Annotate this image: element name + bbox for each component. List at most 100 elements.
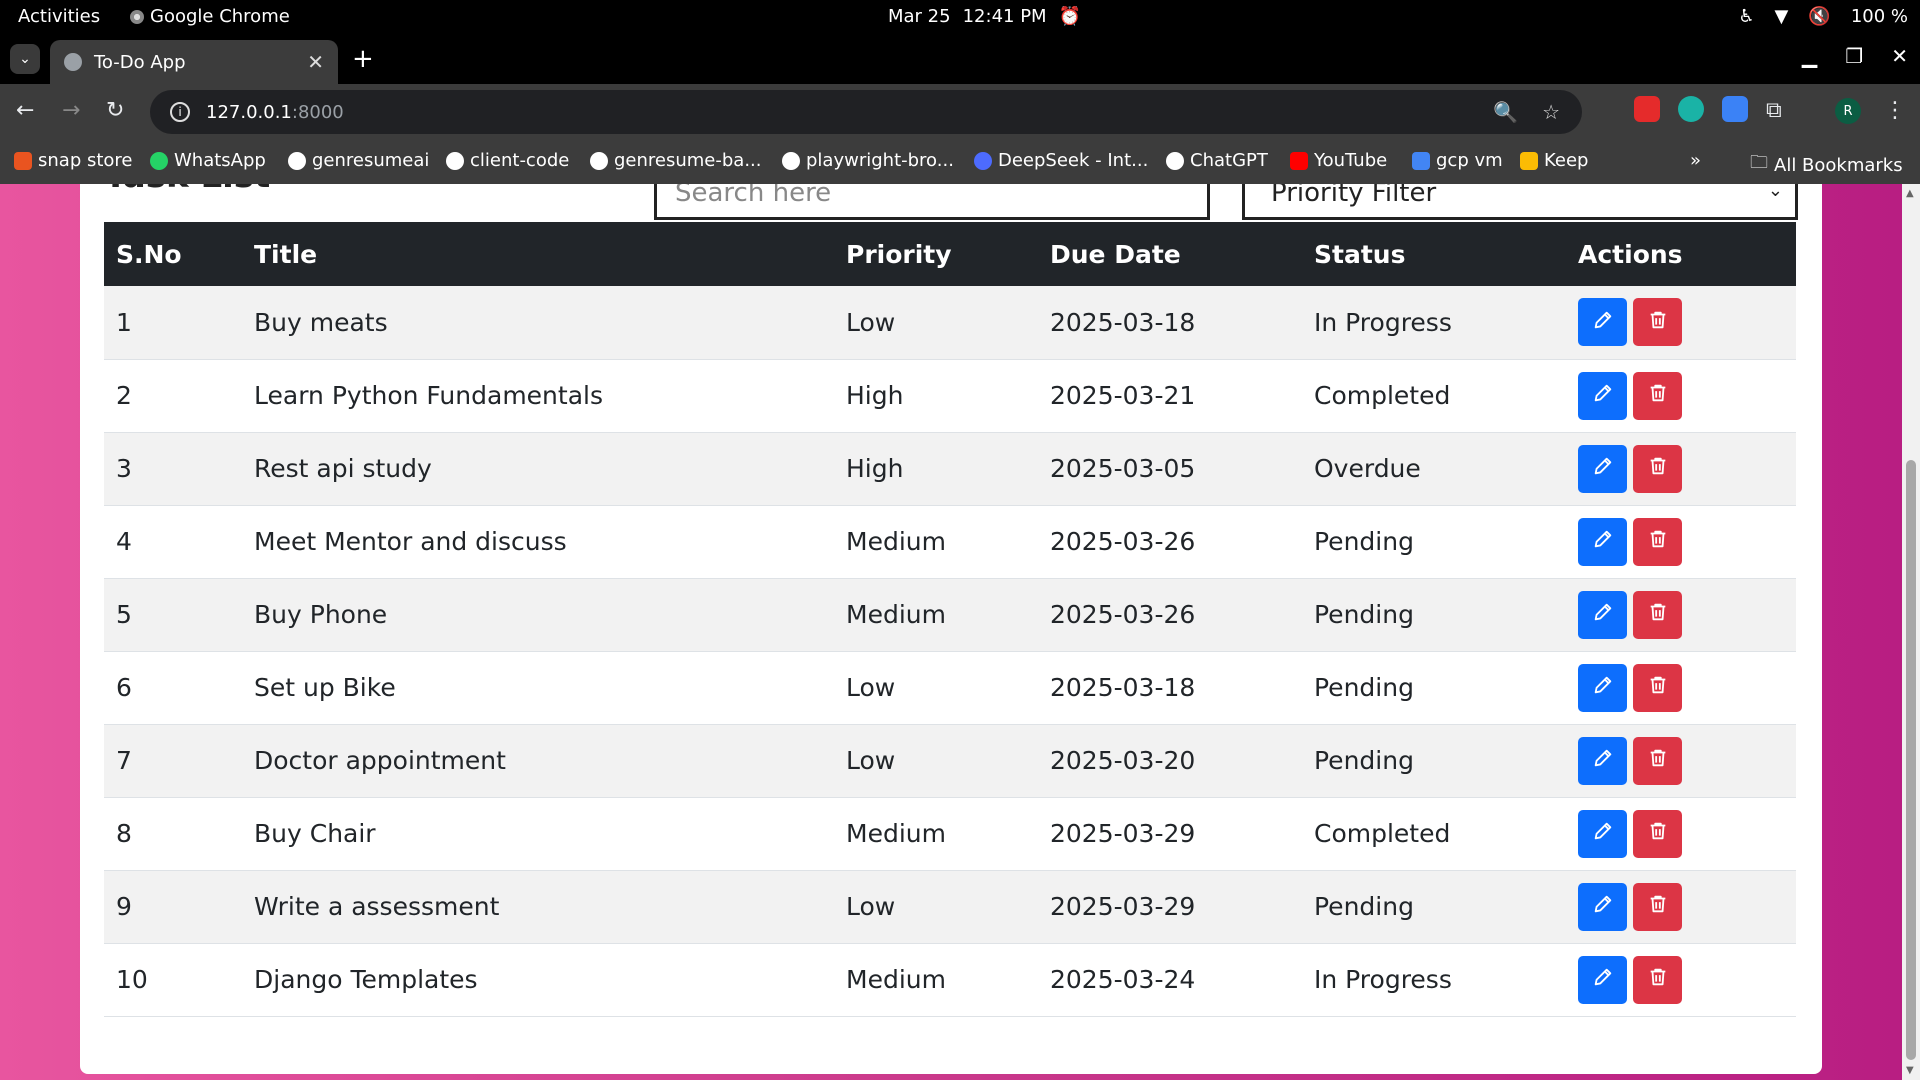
delete-button[interactable]: [1633, 882, 1682, 931]
extension-red-icon[interactable]: [1634, 96, 1660, 122]
bookmark-item[interactable]: snap store: [14, 150, 133, 171]
activities-button[interactable]: Activities: [18, 6, 100, 27]
cell-title: Buy Phone: [242, 578, 834, 652]
header-actions: Actions: [1566, 222, 1796, 286]
extensions-puzzle-icon[interactable]: ⧉: [1766, 98, 1782, 123]
cell-sno: 10: [104, 943, 242, 1017]
table-row: 6 Set up Bike Low 2025-03-18 Pending: [104, 651, 1796, 725]
bookmark-star-icon[interactable]: ☆: [1542, 100, 1560, 124]
battery-text: 100 %: [1850, 6, 1908, 27]
cell-due-date: 2025-03-20: [1038, 724, 1302, 798]
edit-button[interactable]: [1578, 517, 1627, 566]
bookmark-item[interactable]: DeepSeek - Int...: [974, 150, 1148, 171]
extension-screen-icon[interactable]: [1722, 96, 1748, 122]
all-bookmarks-button[interactable]: 🗀 All Bookmarks: [1750, 150, 1903, 180]
bookmark-item[interactable]: WhatsApp: [150, 150, 266, 171]
cell-status: In Progress: [1302, 286, 1566, 360]
cell-status: Pending: [1302, 651, 1566, 725]
edit-button[interactable]: [1578, 371, 1627, 420]
github-icon: [288, 151, 306, 170]
delete-button[interactable]: [1633, 590, 1682, 639]
trash-icon: [1647, 600, 1669, 629]
url-port: :8000: [291, 101, 344, 123]
cell-actions: [1566, 578, 1796, 652]
chatgpt-icon: [1166, 151, 1184, 170]
clock[interactable]: Mar 25 12:41 PM ⏰: [888, 6, 1081, 27]
delete-button[interactable]: [1633, 955, 1682, 1004]
cell-title: Learn Python Fundamentals: [242, 359, 834, 433]
edit-button[interactable]: [1578, 882, 1627, 931]
trash-icon: [1647, 892, 1669, 921]
forward-arrow-icon[interactable]: →: [62, 98, 80, 123]
edit-button[interactable]: [1578, 955, 1627, 1004]
snap-store-icon: [14, 151, 32, 170]
page-title: Task List: [104, 184, 270, 196]
tab-todo-app[interactable]: To-Do App ✕: [50, 40, 338, 84]
zoom-icon[interactable]: 🔍: [1493, 100, 1518, 124]
delete-button[interactable]: [1633, 736, 1682, 785]
cell-due-date: 2025-03-29: [1038, 797, 1302, 871]
scroll-up-icon[interactable]: ▲: [1906, 188, 1914, 199]
edit-button[interactable]: [1578, 298, 1627, 347]
priority-filter-select[interactable]: Priority Filter ⌄: [1242, 184, 1798, 220]
bookmark-item[interactable]: genresume-ba...: [590, 150, 762, 171]
system-tray[interactable]: ♿ ▼ 🔇 100 %: [1738, 6, 1908, 27]
cell-actions: [1566, 359, 1796, 433]
bookmark-item[interactable]: playwright-bro...: [782, 150, 954, 171]
bookmarks-overflow-icon[interactable]: »: [1690, 150, 1701, 171]
alarm-icon: ⏰: [1058, 6, 1081, 27]
edit-button[interactable]: [1578, 590, 1627, 639]
cell-due-date: 2025-03-05: [1038, 432, 1302, 506]
site-info-icon[interactable]: i: [170, 102, 190, 122]
delete-button[interactable]: [1633, 371, 1682, 420]
trash-icon: [1647, 454, 1669, 483]
delete-button[interactable]: [1633, 809, 1682, 858]
edit-button[interactable]: [1578, 736, 1627, 785]
cell-priority: High: [834, 359, 1038, 433]
close-window-icon[interactable]: ✕: [1891, 44, 1908, 68]
edit-button[interactable]: [1578, 809, 1627, 858]
delete-button[interactable]: [1633, 298, 1682, 347]
close-icon[interactable]: ✕: [307, 50, 324, 74]
tab-search-button[interactable]: ⌄: [10, 44, 40, 74]
bookmark-item[interactable]: ChatGPT: [1166, 150, 1268, 171]
delete-button[interactable]: [1633, 444, 1682, 493]
address-bar[interactable]: i 127.0.0.1:8000 🔍 ☆: [150, 90, 1582, 134]
date-text: Mar 25: [888, 6, 951, 27]
kebab-menu-icon[interactable]: ⋮: [1884, 98, 1906, 123]
accessibility-icon: ♿: [1738, 6, 1755, 27]
cell-status: In Progress: [1302, 943, 1566, 1017]
reload-icon[interactable]: ↻: [106, 98, 124, 123]
restore-icon[interactable]: ❐: [1845, 44, 1863, 68]
back-arrow-icon[interactable]: ←: [16, 98, 34, 123]
cell-title: Set up Bike: [242, 651, 834, 725]
delete-button[interactable]: [1633, 663, 1682, 712]
new-tab-button[interactable]: +: [352, 44, 374, 74]
app-menu[interactable]: Google Chrome: [130, 6, 290, 27]
cell-actions: [1566, 286, 1796, 360]
time-text: 12:41 PM: [962, 6, 1047, 27]
pencil-icon: [1592, 965, 1614, 994]
scroll-down-icon[interactable]: ▼: [1906, 1065, 1914, 1076]
edit-button[interactable]: [1578, 663, 1627, 712]
minimize-icon[interactable]: ▁: [1802, 44, 1817, 68]
github-icon: [782, 151, 800, 170]
bookmark-item[interactable]: Keep: [1520, 150, 1588, 171]
edit-button[interactable]: [1578, 444, 1627, 493]
bookmark-item[interactable]: client-code: [446, 150, 569, 171]
bookmark-item[interactable]: YouTube: [1290, 150, 1387, 171]
bookmark-item[interactable]: gcp vm: [1412, 150, 1503, 171]
pencil-icon: [1592, 381, 1614, 410]
url-host: 127.0.0.1: [206, 101, 292, 123]
search-input[interactable]: Search here: [654, 184, 1210, 220]
app-name: Google Chrome: [150, 6, 290, 27]
bookmarks-bar: snap store WhatsApp genresumeai client-c…: [0, 140, 1920, 184]
profile-avatar[interactable]: R: [1835, 98, 1861, 124]
cell-priority: Low: [834, 286, 1038, 360]
bookmark-item[interactable]: genresumeai: [288, 150, 429, 171]
scrollbar-thumb[interactable]: [1906, 460, 1916, 1060]
extension-m-icon[interactable]: [1678, 96, 1704, 122]
cell-actions: [1566, 870, 1796, 944]
page-scrollbar[interactable]: ▲ ▼: [1902, 184, 1920, 1080]
delete-button[interactable]: [1633, 517, 1682, 566]
